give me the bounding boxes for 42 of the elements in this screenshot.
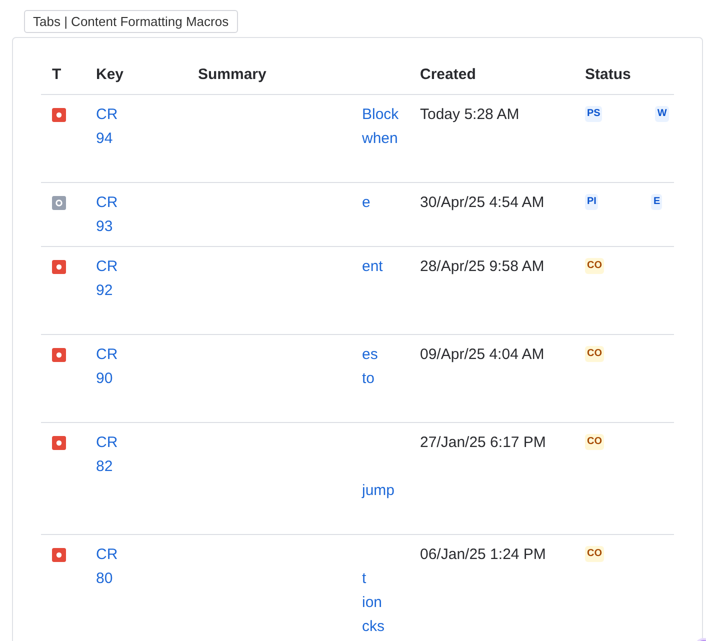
column-header: Status	[585, 66, 632, 82]
issue-type-icon	[52, 196, 66, 210]
summary-link[interactable]: jump	[362, 479, 420, 503]
issue-type-icon	[52, 108, 66, 122]
summary-link[interactable]: t	[362, 567, 420, 591]
status-lozenge: CO	[585, 434, 604, 450]
created-date: 30/Apr/25 4:54 AM	[420, 194, 544, 211]
created-date: 28/Apr/25 9:58 AM	[420, 258, 544, 275]
created-date: Today 5:28 AM	[420, 106, 520, 123]
status-lozenge: PS	[585, 106, 602, 122]
issue-key-link[interactable]: CR 82	[96, 431, 198, 479]
status-lozenge: CO	[585, 346, 604, 362]
created-date: 27/Jan/25 6:17 PM	[420, 434, 546, 451]
column-header: Key	[96, 66, 125, 82]
status-lozenge: CO	[585, 546, 604, 562]
issue-key-link[interactable]: CR 80	[96, 543, 198, 591]
issue-type-icon	[52, 548, 66, 562]
summary-link[interactable]: ion	[362, 591, 420, 615]
status-lozenge: E	[651, 194, 662, 210]
summary-link[interactable]: to	[362, 367, 420, 391]
summary-link[interactable]: e	[362, 191, 420, 215]
created-date: 09/Apr/25 4:04 AM	[420, 346, 544, 363]
tab-label[interactable]: Tabs | Content Formatting Macros	[24, 10, 238, 33]
created-date: 06/Jan/25 1:24 PM	[420, 546, 546, 563]
issue-key-link[interactable]: CR 90	[96, 343, 198, 391]
status-lozenge: CO	[585, 258, 604, 274]
summary-link[interactable]: Block	[362, 103, 420, 127]
column-header: Created	[420, 66, 477, 82]
issue-type-icon	[52, 348, 66, 362]
status-lozenge: PI	[585, 194, 598, 210]
issue-key-link[interactable]: CR 93	[96, 191, 198, 239]
summary-link[interactable]: cks	[362, 615, 420, 639]
summary-link[interactable]: when	[362, 127, 420, 151]
issue-type-icon	[52, 436, 66, 450]
issue-key-link[interactable]: CR 94	[96, 103, 198, 151]
column-header: T	[51, 66, 62, 82]
summary-link[interactable]: ent	[362, 255, 420, 279]
issue-key-link[interactable]: CR 92	[96, 255, 198, 303]
summary-link[interactable]: es	[362, 343, 420, 367]
status-lozenge: W	[655, 106, 669, 122]
column-header: Summary	[198, 66, 268, 82]
issue-type-icon	[52, 260, 66, 274]
